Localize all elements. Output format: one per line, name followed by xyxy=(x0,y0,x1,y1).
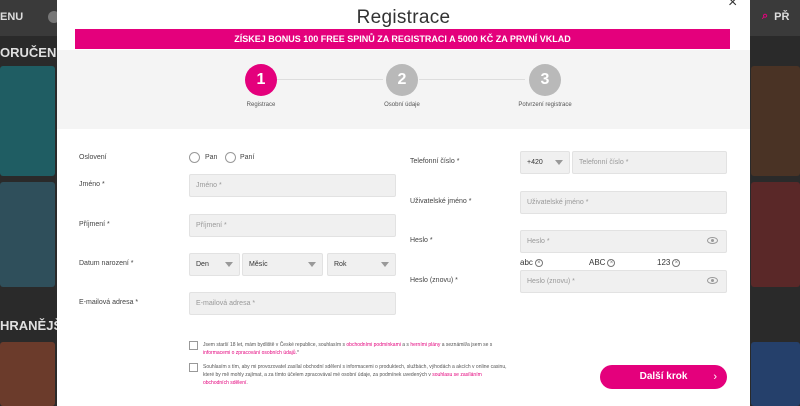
terms-link[interactable]: obchodními podmínkami xyxy=(346,342,400,348)
search-icon[interactable]: ⌕ xyxy=(762,10,768,23)
eye-icon[interactable] xyxy=(707,237,718,244)
consent-text: Jsem starší 18 let, mám bydliště v České… xyxy=(203,342,347,348)
consent-text: .* xyxy=(295,350,299,356)
close-circle-icon: × xyxy=(607,258,616,267)
chevron-right-icon: › xyxy=(713,371,717,383)
username-label: Uživatelské jméno * xyxy=(410,198,472,205)
step-registration: 1 Registrace xyxy=(201,64,321,108)
hint-uppercase: ABC × xyxy=(589,258,616,267)
salutation-label: Oslovení xyxy=(79,154,107,161)
game-tile[interactable] xyxy=(751,342,800,406)
close-circle-icon: × xyxy=(534,258,543,267)
phone-input[interactable]: Telefonní číslo * xyxy=(572,151,727,174)
dob-year-value: Rok xyxy=(334,261,347,268)
step-confirmation: 3 Potvrzení registrace xyxy=(485,64,605,108)
marketing-consent-text: Souhlasím s tím, aby mi provozovatel zas… xyxy=(203,363,508,387)
password-input[interactable]: Heslo * xyxy=(520,230,727,253)
game-tile[interactable] xyxy=(751,66,800,176)
profile-label: PŘ xyxy=(774,10,790,23)
bonus-banner: ZÍSKEJ BONUS 100 FREE SPINŮ ZA REGISTRAC… xyxy=(75,29,730,49)
consent-text: a s xyxy=(400,342,411,348)
section-heading-recommended: ORUČENĚ xyxy=(0,45,66,60)
password-repeat-label: Heslo (znovu) * xyxy=(410,277,458,284)
game-tile[interactable] xyxy=(0,342,55,406)
step-number: 3 xyxy=(529,64,561,96)
step-label: Potvrzení registrace xyxy=(518,102,572,108)
dob-day-value: Den xyxy=(196,261,209,268)
privacy-link[interactable]: informacemi o zpracování osobních údajů xyxy=(203,350,296,356)
modal-title: Registrace xyxy=(356,7,451,28)
hint-lowercase-text: abc xyxy=(520,258,533,267)
hint-digits: 123 × xyxy=(657,258,681,267)
hint-digits-text: 123 xyxy=(657,258,671,267)
step-label: Registrace xyxy=(246,102,276,108)
step-number: 2 xyxy=(386,64,418,96)
dob-year-select[interactable]: Rok xyxy=(327,253,396,276)
radio-mr[interactable] xyxy=(189,152,200,163)
next-step-button[interactable]: Další krok › xyxy=(600,365,727,389)
consent-text: a seznámil/a jsem se s xyxy=(440,342,493,348)
menu-label[interactable]: ENU xyxy=(0,11,23,23)
terms-consent-text: Jsem starší 18 let, mám bydliště v České… xyxy=(203,341,508,357)
dob-month-select[interactable]: Měsíc xyxy=(242,253,323,276)
terms-checkbox[interactable] xyxy=(189,341,198,350)
dob-label: Datum narození * xyxy=(79,260,134,267)
radio-ms[interactable] xyxy=(225,152,236,163)
game-tile[interactable] xyxy=(751,182,800,287)
dob-month-value: Měsíc xyxy=(249,261,268,268)
chevron-down-icon xyxy=(381,262,389,267)
chevron-down-icon xyxy=(308,262,316,267)
email-input[interactable]: E-mailová adresa * xyxy=(189,292,396,315)
eye-icon[interactable] xyxy=(707,277,718,284)
game-plans-link[interactable]: herními plány xyxy=(410,342,440,348)
password-repeat-placeholder: Heslo (znovu) * xyxy=(527,278,575,285)
username-input[interactable]: Uživatelské jméno * xyxy=(520,191,727,214)
phone-label: Telefonní číslo * xyxy=(410,158,460,165)
hint-uppercase-text: ABC xyxy=(589,258,606,267)
password-placeholder: Heslo * xyxy=(527,238,550,245)
game-tile[interactable] xyxy=(0,182,55,287)
registration-modal: Registrace ZÍSKEJ BONUS 100 FREE SPINŮ Z… xyxy=(57,0,750,406)
phone-prefix-value: +420 xyxy=(527,159,543,166)
game-tile[interactable] xyxy=(0,66,55,176)
section-heading-popular: HRANĚJŠ xyxy=(0,318,63,333)
close-icon[interactable]: × xyxy=(728,0,737,12)
last-name-input[interactable]: Příjmení * xyxy=(189,214,396,237)
step-label: Osobní údaje xyxy=(384,102,420,108)
first-name-label: Jméno * xyxy=(79,181,105,188)
password-label: Heslo * xyxy=(410,237,433,244)
phone-prefix-select[interactable]: +420 xyxy=(520,151,570,174)
close-circle-icon: × xyxy=(672,258,681,267)
consent-text: . xyxy=(246,380,248,386)
first-name-input[interactable]: Jméno * xyxy=(189,174,396,197)
profile-area[interactable]: ⌕ PŘ xyxy=(762,10,789,23)
radio-mr-label: Pan xyxy=(205,154,218,161)
marketing-checkbox[interactable] xyxy=(189,363,198,372)
chevron-down-icon xyxy=(225,262,233,267)
step-personal-data: 2 Osobní údaje xyxy=(342,64,462,108)
step-number: 1 xyxy=(245,64,277,96)
hint-lowercase: abc × xyxy=(520,258,543,267)
last-name-label: Příjmení * xyxy=(79,221,110,228)
next-step-label: Další krok xyxy=(639,371,688,382)
password-repeat-input[interactable]: Heslo (znovu) * xyxy=(520,270,727,293)
dob-day-select[interactable]: Den xyxy=(189,253,240,276)
email-label: E-mailová adresa * xyxy=(79,299,139,306)
radio-ms-label: Paní xyxy=(240,154,255,161)
chevron-down-icon xyxy=(555,160,563,165)
